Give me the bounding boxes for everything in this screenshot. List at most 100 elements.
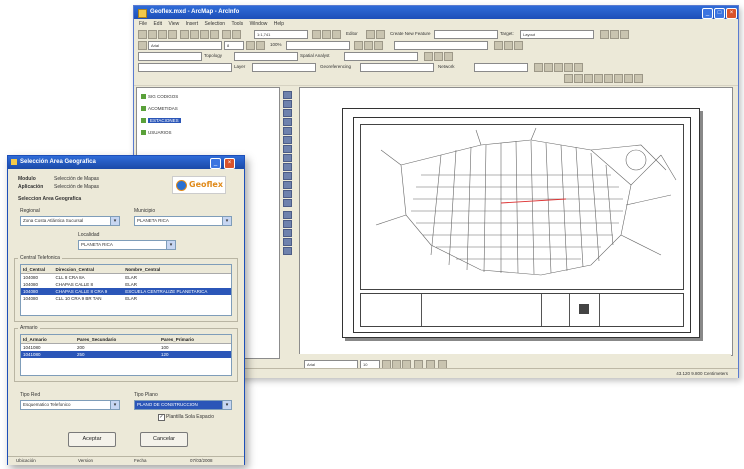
- save-icon[interactable]: [158, 30, 167, 39]
- tipo-red-select[interactable]: Esquematico Telefonico ▾: [20, 400, 120, 410]
- layout-view[interactable]: [299, 87, 733, 356]
- print-icon[interactable]: [168, 30, 177, 39]
- split-icon[interactable]: [600, 30, 609, 39]
- editor-icon[interactable]: [312, 30, 321, 39]
- maximize-button[interactable]: □: [714, 8, 725, 19]
- table-row[interactable]: 104080 CLL 8 CRA 8A ELAR: [21, 274, 231, 282]
- select-features-icon[interactable]: [283, 154, 292, 162]
- column-header[interactable]: Id_Armario: [21, 335, 75, 344]
- measure-icon[interactable]: [283, 190, 292, 198]
- zoom-out-tool-icon[interactable]: [283, 100, 292, 108]
- menu-tools[interactable]: Tools: [231, 21, 243, 27]
- select-elements-icon[interactable]: [138, 41, 147, 50]
- extra-f-icon[interactable]: [614, 74, 623, 83]
- table-row[interactable]: 104080 CLL 10 CRA 9 BR TAN ELAR: [21, 295, 231, 302]
- geo-combo[interactable]: [394, 41, 488, 50]
- toc-layer-item[interactable]: SIG CODIGOS: [141, 94, 178, 102]
- rotate-icon[interactable]: [610, 30, 619, 39]
- armario-table[interactable]: Id_Armario Pares_Secundario Pares_Primar…: [20, 334, 232, 376]
- arrow-select-icon[interactable]: [283, 181, 292, 189]
- font-combo[interactable]: Arial: [148, 41, 222, 50]
- target-combo[interactable]: Layout: [520, 30, 594, 39]
- street-map[interactable]: [360, 124, 684, 290]
- menu-edit[interactable]: Edit: [153, 21, 162, 27]
- zoom-in-tool-icon[interactable]: [283, 91, 292, 99]
- trace-icon[interactable]: [554, 63, 563, 72]
- layout-full-icon[interactable]: [283, 229, 292, 237]
- chevron-down-icon[interactable]: ▾: [222, 217, 231, 225]
- chevron-down-icon[interactable]: ▾: [166, 241, 175, 249]
- task-combo[interactable]: [434, 30, 498, 39]
- grid-icon[interactable]: [494, 41, 503, 50]
- open-icon[interactable]: [148, 30, 157, 39]
- chevron-down-icon[interactable]: ▾: [222, 401, 231, 409]
- layer-combo-2[interactable]: [286, 41, 350, 50]
- full-extent-icon[interactable]: [283, 127, 292, 135]
- dialog-minimize-button[interactable]: _: [210, 158, 221, 169]
- barrier-icon[interactable]: [544, 63, 553, 72]
- georef-layer-combo[interactable]: [360, 63, 434, 72]
- extra-b-icon[interactable]: [574, 74, 583, 83]
- attributes-icon[interactable]: [620, 30, 629, 39]
- central-table[interactable]: Id_Central Direccion_Central Nombre_Cent…: [20, 264, 232, 316]
- flag-icon[interactable]: [534, 63, 543, 72]
- topology-layer-combo[interactable]: [234, 52, 298, 61]
- municipio-select[interactable]: PLANETA RICA ▾: [134, 216, 232, 226]
- toc-layer-item[interactable]: USUARIOS: [141, 130, 172, 138]
- tipo-plano-select[interactable]: PLANO DE CONSTRUCCION ▾: [134, 400, 232, 410]
- copy-icon[interactable]: [190, 30, 199, 39]
- column-header[interactable]: Nombre_Central: [123, 265, 231, 274]
- table-row-selected[interactable]: 1041080 250 120: [21, 351, 231, 358]
- layer-select-combo[interactable]: [252, 63, 316, 72]
- column-header[interactable]: Direccion_Central: [53, 265, 124, 274]
- extra-g-icon[interactable]: [624, 74, 633, 83]
- table-row[interactable]: 1041080 200 100: [21, 344, 231, 352]
- toc-layer-item-selected[interactable]: ESTACIONES: [141, 118, 181, 126]
- hyperlink-icon[interactable]: [283, 199, 292, 207]
- extra-c-icon[interactable]: [584, 74, 593, 83]
- scale-combo[interactable]: 1:1,741: [254, 30, 308, 39]
- layout-pan-icon[interactable]: [283, 220, 292, 228]
- chevron-down-icon[interactable]: ▾: [110, 401, 119, 409]
- column-header[interactable]: Pares_Primario: [159, 335, 231, 344]
- topology-combo[interactable]: [138, 52, 202, 61]
- identify-icon[interactable]: [283, 163, 292, 171]
- bold-icon[interactable]: [246, 41, 255, 50]
- minimize-button[interactable]: _: [702, 8, 713, 19]
- table-row-selected[interactable]: 104080 CHAPAS CALLE 8 CRA 9 ESCUELA CENT…: [21, 288, 231, 295]
- close-button[interactable]: ×: [726, 8, 737, 19]
- forward-extent-icon[interactable]: [283, 145, 292, 153]
- delete-icon[interactable]: [210, 30, 219, 39]
- toc-layer-item[interactable]: ACOMETIDAS: [141, 106, 178, 114]
- pan-icon[interactable]: [374, 41, 383, 50]
- solve-icon[interactable]: [564, 63, 573, 72]
- column-header[interactable]: Pares_Secundario: [74, 335, 160, 344]
- font-size-combo[interactable]: 8: [224, 41, 244, 50]
- extra-e-icon[interactable]: [604, 74, 613, 83]
- layout-back-icon[interactable]: [283, 247, 292, 255]
- network-combo[interactable]: [474, 63, 528, 72]
- layout-zoom-icon[interactable]: [283, 211, 292, 219]
- spatial-layer-combo[interactable]: [344, 52, 418, 61]
- new-icon[interactable]: [138, 30, 147, 39]
- sketch-icon[interactable]: [366, 30, 375, 39]
- menu-view[interactable]: View: [168, 21, 179, 27]
- tool-b-icon[interactable]: [434, 52, 443, 61]
- menu-insert[interactable]: Insert: [186, 21, 199, 27]
- extra-h-icon[interactable]: [634, 74, 643, 83]
- zoom-in-icon[interactable]: [354, 41, 363, 50]
- table-row[interactable]: 104080 CHAPAS CALLE 8 ELAR: [21, 281, 231, 288]
- find-icon[interactable]: [283, 172, 292, 180]
- back-extent-icon[interactable]: [283, 136, 292, 144]
- layout-100-icon[interactable]: [283, 238, 292, 246]
- tool-a-icon[interactable]: [424, 52, 433, 61]
- menu-selection[interactable]: Selection: [205, 21, 226, 27]
- georef-combo[interactable]: [138, 63, 232, 72]
- guides-icon[interactable]: [514, 41, 523, 50]
- tool-c-icon[interactable]: [444, 52, 453, 61]
- edit-tool-icon[interactable]: [376, 30, 385, 39]
- localidad-select[interactable]: PLANETA RICA ▾: [78, 240, 176, 250]
- paste-icon[interactable]: [200, 30, 209, 39]
- undo-icon[interactable]: [222, 30, 231, 39]
- menu-window[interactable]: Window: [250, 21, 268, 27]
